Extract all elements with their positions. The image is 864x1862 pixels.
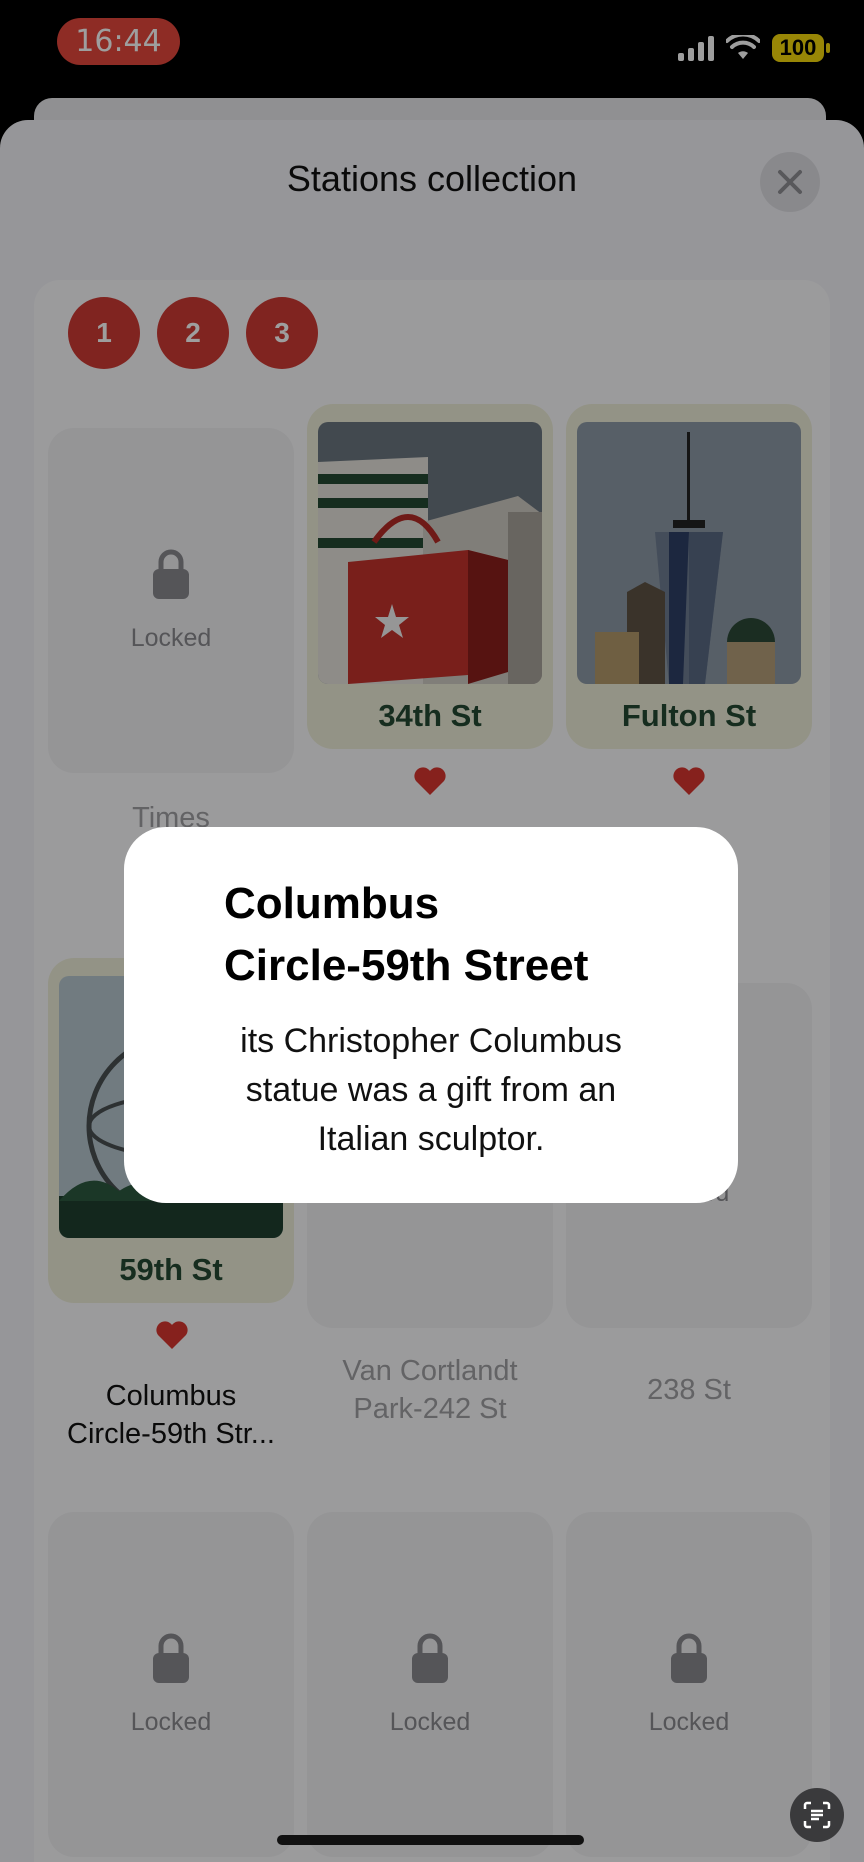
popup-title-line: Circle-59th Street bbox=[224, 941, 589, 990]
popup-body-line: Italian sculptor. bbox=[317, 1120, 545, 1158]
text-scan-icon bbox=[803, 1801, 831, 1829]
popup-title: Columbus Circle-59th Street bbox=[224, 873, 704, 997]
home-indicator[interactable] bbox=[277, 1835, 584, 1845]
popup-title-line: Columbus bbox=[224, 879, 440, 928]
popup-body: its Christopher Columbus statue was a gi… bbox=[164, 1017, 698, 1164]
station-fact-popup[interactable]: Columbus Circle-59th Street its Christop… bbox=[124, 827, 738, 1203]
live-text-button[interactable] bbox=[790, 1788, 844, 1842]
popup-body-line: its Christopher Columbus bbox=[240, 1022, 622, 1060]
popup-body-line: statue was a gift from an bbox=[245, 1071, 617, 1109]
